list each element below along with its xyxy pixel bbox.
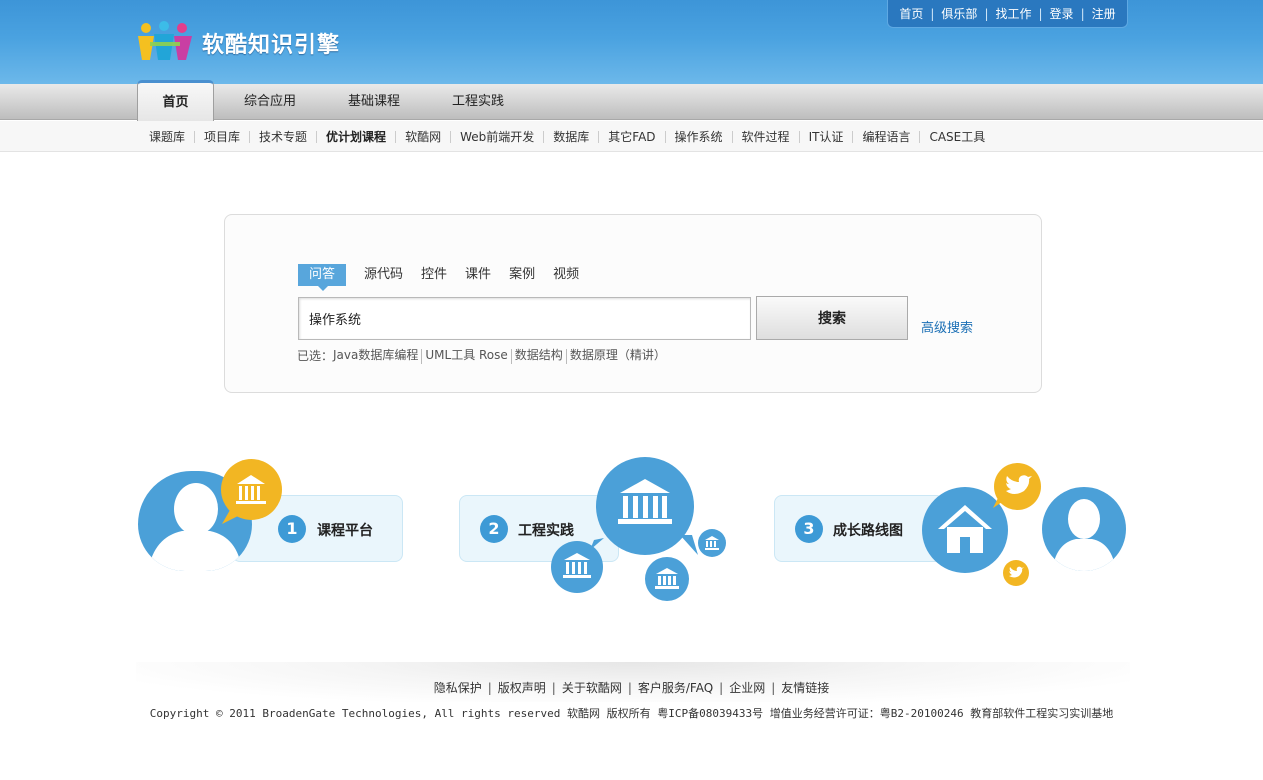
institution-icon [698,529,726,557]
logo-text: 软酷知识引擎 [202,33,341,58]
feature-card-growth-roadmap[interactable]: 3 成长路线图 [774,495,944,562]
main-nav: 首页 综合应用 基础课程 工程实践 [0,80,1263,121]
institution-icon [645,557,689,601]
subnav-item[interactable]: 数据库 [543,130,598,143]
feature-number: 3 [795,515,823,543]
feature-label: 成长路线图 [833,523,903,539]
nav-tab-engineering-practice[interactable]: 工程实践 [440,84,516,120]
separator: | [551,681,556,695]
subnav-item[interactable]: CASE工具 [919,130,994,143]
toplink-register[interactable]: 注册 [1092,5,1116,22]
selected-filters: 已选： Java数据库编程 UML工具 Rose 数据结构 数据原理（精讲） [297,347,669,364]
selected-filter-item[interactable]: 数据原理（精讲） [565,349,669,364]
search-tabs: 问答 源代码 控件 课件 案例 视频 [298,264,597,291]
avatar-person-icon [1042,487,1126,571]
logo-people-icon [138,21,192,60]
subnav-item[interactable]: 编程语言 [852,130,919,143]
selected-filter-item[interactable]: Java数据库编程 [333,349,421,364]
subnav-item[interactable]: 项目库 [194,130,249,143]
search-tab-controls[interactable]: 控件 [421,264,447,286]
subnav-item[interactable]: 课题库 [140,131,194,143]
selected-filter-item[interactable]: UML工具 Rose [421,349,510,364]
separator: | [1038,6,1043,21]
footer-link-privacy[interactable]: 隐私保护 [434,681,482,695]
selected-filter-item[interactable]: 数据结构 [510,349,566,364]
search-tab-courseware[interactable]: 课件 [465,264,491,286]
toplink-jobs[interactable]: 找工作 [995,5,1031,22]
nav-tab-applications[interactable]: 综合应用 [232,84,308,120]
separator: | [487,681,492,695]
bubble-tail [993,496,1005,508]
selected-prefix: 已选： [297,349,334,363]
subnav-item[interactable]: 其它FAD [598,130,664,143]
site-header: 软酷知识引擎 首页 | 俱乐部 | 找工作 | 登录 | 注册 [0,0,1263,84]
search-tab-qa[interactable]: 问答 [298,264,347,291]
toplink-home[interactable]: 首页 [899,5,923,22]
bubble-tail [222,510,238,524]
separator: | [771,681,776,695]
twitter-bird-icon [1003,560,1029,586]
advanced-search-link[interactable]: 高级搜索 [921,317,973,336]
bubble-tail [680,535,698,555]
separator: | [984,6,989,21]
feature-number: 2 [480,515,508,543]
separator: | [627,681,632,695]
search-tab-cases[interactable]: 案例 [509,264,535,286]
nav-tab-basic-courses[interactable]: 基础课程 [336,84,412,120]
toplink-club[interactable]: 俱乐部 [941,5,977,22]
bubble-tail [590,538,604,550]
subnav-item[interactable]: 优计划课程 [316,130,395,143]
nav-tab-home[interactable]: 首页 [137,80,214,121]
subnav-item[interactable]: 技术专题 [249,130,316,143]
footer-link-about[interactable]: 关于软酷网 [562,681,622,695]
feature-number: 1 [278,515,306,543]
feature-label: 工程实践 [518,523,574,539]
site-logo[interactable]: 软酷知识引擎 [136,20,346,66]
separator: | [930,6,935,21]
separator: | [1080,6,1085,21]
search-tab-source-code[interactable]: 源代码 [364,264,403,286]
subnav-item[interactable]: Web前端开发 [450,130,543,143]
subnav-item[interactable]: 软酷网 [395,130,450,143]
search-button[interactable]: 搜索 [756,296,908,340]
toplink-login[interactable]: 登录 [1050,5,1074,22]
footer-link-enterprise[interactable]: 企业网 [729,681,765,695]
search-input[interactable] [298,297,751,340]
footer-link-copyright[interactable]: 版权声明 [498,681,546,695]
copyright-text: Copyright © 2011 BroadenGate Technologie… [149,707,1114,720]
feature-label: 课程平台 [317,523,373,539]
search-panel: 问答 源代码 控件 课件 案例 视频 搜索 高级搜索 已选： Java数据库编程… [224,214,1042,393]
footer-link-faq[interactable]: 客户服务/FAQ [638,681,713,695]
subnav-item[interactable]: 软件过程 [731,130,799,143]
top-links: 首页 | 俱乐部 | 找工作 | 登录 | 注册 [887,0,1128,28]
subnav-item[interactable]: IT认证 [798,130,853,143]
footer-link-friends[interactable]: 友情链接 [781,681,829,695]
search-tab-video[interactable]: 视频 [553,264,579,286]
footer-links: 隐私保护 | 版权声明 | 关于软酷网 | 客户服务/FAQ | 企业网 | 友情链接 [0,679,1263,696]
subnav-item[interactable]: 操作系统 [664,130,732,143]
sub-nav: 课题库 项目库 技术专题 优计划课程 软酷网 Web前端开发 数据库 其它FAD… [0,121,1263,152]
separator: | [719,681,724,695]
